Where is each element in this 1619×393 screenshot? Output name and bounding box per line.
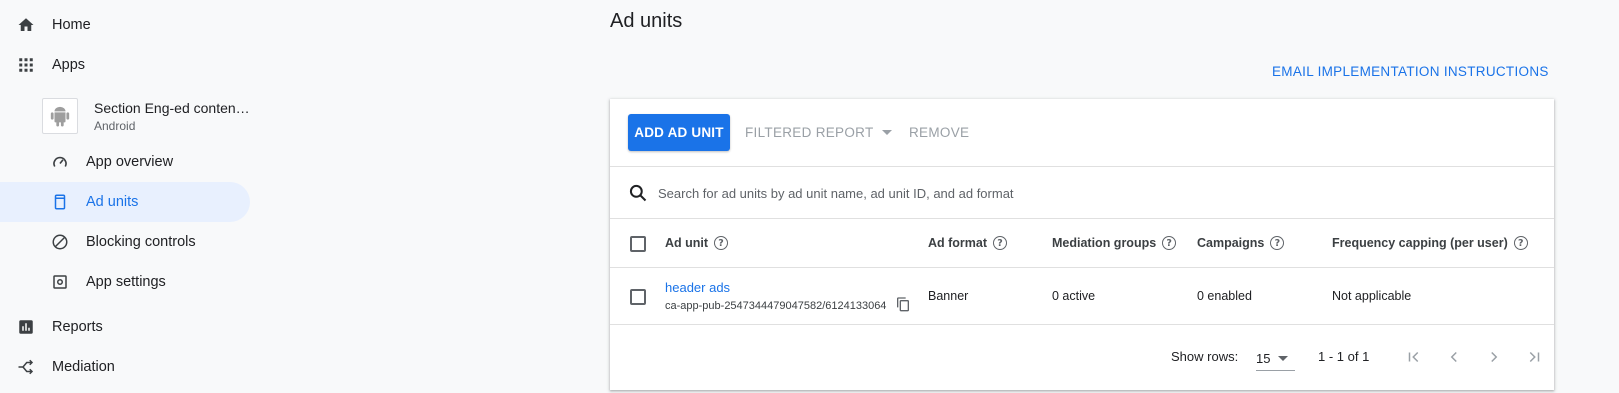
help-icon[interactable]: ?: [993, 236, 1008, 250]
home-icon: [16, 15, 36, 35]
sidebar-item-label: Apps: [52, 57, 86, 73]
mediation-groups-cell: 0 active: [1052, 289, 1096, 303]
column-header-frequency-capping[interactable]: Frequency capping (per user) ?: [1332, 236, 1528, 250]
sidebar-item-blocking-controls[interactable]: Blocking controls: [0, 222, 250, 262]
sidebar-item-label: Reports: [52, 319, 103, 335]
app-platform: Android: [94, 119, 136, 133]
help-icon[interactable]: ?: [1162, 236, 1177, 250]
column-header-label: Ad unit: [665, 236, 709, 250]
sidebar: Home Apps Section Eng-ed conten… Android: [0, 0, 250, 393]
select-all-checkbox[interactable]: [630, 236, 646, 252]
frequency-capping-cell: Not applicable: [1332, 289, 1412, 303]
mediation-icon: [16, 357, 36, 377]
sidebar-item-home[interactable]: Home: [0, 5, 250, 45]
bar-chart-icon: [16, 317, 36, 337]
next-page-icon[interactable]: [1482, 345, 1506, 369]
column-header-ad-unit[interactable]: Ad unit ?: [665, 236, 729, 250]
sidebar-item-label: Ad units: [86, 194, 139, 210]
android-app-icon: [42, 98, 78, 134]
ad-units-card: ADD AD UNIT FILTERED REPORT REMOVE Ad un…: [610, 99, 1554, 390]
search-input[interactable]: [658, 179, 1518, 207]
settings-gear-icon: [50, 272, 70, 292]
sidebar-item-label: App settings: [86, 274, 166, 290]
search-icon: [628, 183, 648, 203]
column-header-label: Campaigns: [1197, 236, 1265, 250]
remove-button[interactable]: REMOVE: [909, 114, 969, 151]
rows-per-page-value: 15: [1256, 351, 1271, 366]
caret-down-icon: [881, 130, 892, 135]
ad-unit-device-icon: [50, 192, 70, 212]
campaigns-cell: 0 enabled: [1197, 289, 1252, 303]
column-header-campaigns[interactable]: Campaigns ?: [1197, 236, 1285, 250]
add-ad-unit-button[interactable]: ADD AD UNIT: [628, 114, 730, 151]
copy-icon[interactable]: [895, 296, 911, 312]
ad-unit-name-link[interactable]: header ads: [665, 280, 730, 295]
ad-format-cell: Banner: [928, 289, 969, 303]
apps-grid-icon: [16, 55, 36, 75]
column-header-ad-format[interactable]: Ad format ?: [928, 236, 1008, 250]
block-icon: [50, 232, 70, 252]
help-icon[interactable]: ?: [1270, 236, 1285, 250]
sidebar-item-label: Blocking controls: [86, 234, 196, 250]
sidebar-item-reports[interactable]: Reports: [0, 307, 250, 347]
sidebar-item-app-overview[interactable]: App overview: [0, 142, 250, 182]
last-page-icon[interactable]: [1522, 345, 1546, 369]
sidebar-item-label: Mediation: [52, 359, 115, 375]
help-icon[interactable]: ?: [714, 236, 729, 250]
row-checkbox[interactable]: [630, 289, 646, 305]
sidebar-item-mediation[interactable]: Mediation: [0, 347, 250, 387]
sidebar-item-apps[interactable]: Apps: [0, 45, 250, 85]
previous-page-icon[interactable]: [1442, 345, 1466, 369]
first-page-icon[interactable]: [1402, 345, 1426, 369]
selected-app[interactable]: Section Eng-ed conten… Android: [42, 98, 252, 134]
sidebar-item-label: App overview: [86, 154, 174, 170]
email-implementation-link[interactable]: EMAIL IMPLEMENTATION INSTRUCTIONS: [1272, 64, 1549, 79]
table-row: header ads ca-app-pub-2547344479047582/6…: [610, 268, 1554, 325]
column-header-label: Mediation groups: [1052, 236, 1157, 250]
search-bar: [610, 167, 1554, 219]
ad-unit-id: ca-app-pub-2547344479047582/6124133064: [665, 300, 887, 312]
filtered-report-label: FILTERED REPORT: [745, 125, 874, 140]
rows-per-page-select[interactable]: 15: [1256, 345, 1295, 371]
pagination: Show rows: 15 1 - 1 of 1: [610, 325, 1554, 390]
app-name: Section Eng-ed conten…: [94, 100, 250, 116]
column-header-mediation-groups[interactable]: Mediation groups ?: [1052, 236, 1177, 250]
table-header: Ad unit ? Ad format ? Mediation groups ?…: [610, 219, 1554, 268]
caret-down-icon: [1278, 356, 1289, 361]
page-title: Ad units: [610, 10, 683, 32]
sidebar-item-app-settings[interactable]: App settings: [0, 262, 250, 302]
speedometer-icon: [50, 152, 70, 172]
column-header-label: Ad format: [928, 236, 988, 250]
column-header-label: Frequency capping (per user): [1332, 236, 1508, 250]
page-range: 1 - 1 of 1: [1318, 349, 1370, 364]
rows-per-page-label: Show rows:: [1171, 349, 1239, 364]
help-icon[interactable]: ?: [1513, 236, 1528, 250]
sidebar-item-ad-units[interactable]: Ad units: [0, 182, 250, 222]
filtered-report-button[interactable]: FILTERED REPORT: [745, 114, 892, 151]
toolbar: ADD AD UNIT FILTERED REPORT REMOVE: [610, 99, 1554, 167]
sidebar-item-label: Home: [52, 17, 91, 33]
